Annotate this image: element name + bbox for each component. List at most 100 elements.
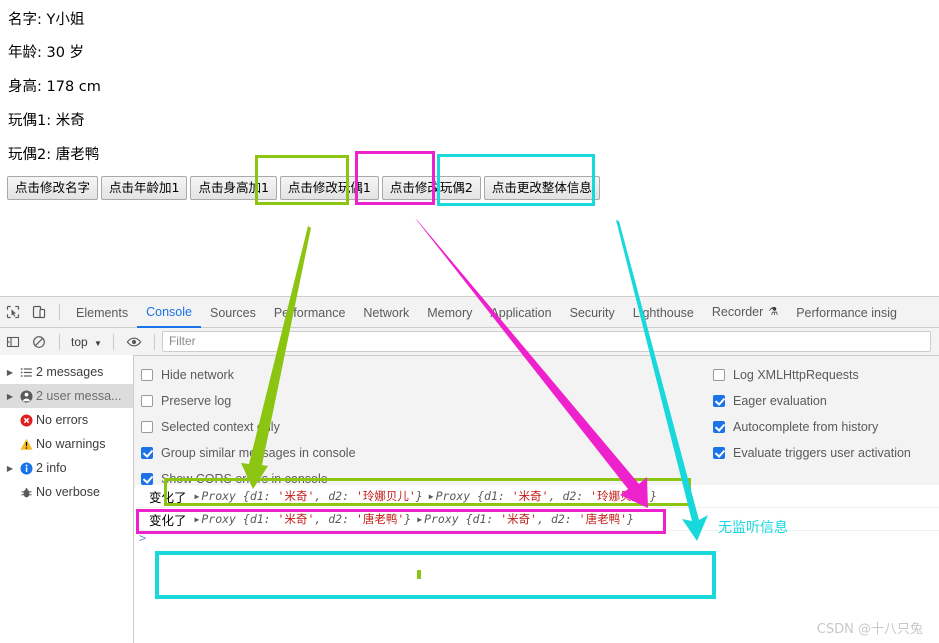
proxy-object-2[interactable]: Proxy {d1: '米奇', d2: '玲娜贝儿'} bbox=[436, 488, 657, 504]
console-prompt-caret: > bbox=[139, 531, 147, 545]
user-icon bbox=[16, 390, 36, 403]
tab-performance-insights[interactable]: Performance insig bbox=[787, 298, 906, 327]
expand-triangle-icon[interactable]: ▶ bbox=[417, 515, 422, 524]
expand-triangle-icon[interactable]: ▶ bbox=[195, 492, 200, 501]
tab-network[interactable]: Network bbox=[354, 298, 418, 327]
change-name-button[interactable]: 点击修改名字 bbox=[7, 176, 99, 200]
proxy-d2-value: '玲娜贝儿' bbox=[590, 489, 651, 503]
setting-preserve-log[interactable]: Preserve log bbox=[141, 388, 356, 414]
tab-console[interactable]: Console bbox=[137, 297, 201, 328]
proxy-label: Proxy bbox=[201, 489, 236, 503]
hide-network-label: Hide network bbox=[161, 368, 234, 382]
sidebar-verbose-label: No verbose bbox=[36, 485, 100, 499]
tab-sources[interactable]: Sources bbox=[201, 298, 265, 327]
change-doll1-button[interactable]: 点击修改玩偶1 bbox=[279, 176, 379, 200]
sidebar-item-errors[interactable]: No errors bbox=[0, 408, 133, 432]
tab-security[interactable]: Security bbox=[561, 298, 624, 327]
chevron-right-icon[interactable]: ▶ bbox=[4, 392, 16, 401]
sidebar-item-messages[interactable]: ▶ 2 messages bbox=[0, 360, 133, 384]
sidebar-errors-label: No errors bbox=[36, 413, 89, 427]
console-settings-panel: Hide network Preserve log Selected conte… bbox=[0, 356, 939, 487]
tab-performance[interactable]: Performance bbox=[265, 298, 355, 327]
web-page-area: 名字: Y小姐 年龄: 30 岁 身高: 178 cm 玩偶1: 米奇 玩偶2:… bbox=[0, 0, 939, 296]
sidebar-item-user-messages[interactable]: ▶ 2 user messa... bbox=[0, 384, 133, 408]
expand-triangle-icon[interactable]: ▶ bbox=[195, 515, 200, 524]
proxy-object-2[interactable]: Proxy {d1: '米奇', d2: '唐老鸭'} bbox=[424, 511, 634, 527]
proxy-d1-value: '米奇' bbox=[500, 512, 538, 526]
preserve-log-checkbox[interactable] bbox=[141, 395, 153, 407]
proxy-body: {d1: bbox=[242, 489, 278, 503]
hide-network-checkbox[interactable] bbox=[141, 369, 153, 381]
filterbar-divider-2 bbox=[112, 333, 114, 350]
tab-elements[interactable]: Elements bbox=[67, 298, 137, 327]
tab-recorder[interactable]: Recorder ⚗ bbox=[703, 298, 787, 327]
console-line[interactable]: 变化了 ▶ Proxy {d1: '米奇', d2: '玲娜贝儿'} ▶ Pro… bbox=[135, 485, 939, 508]
setting-evaluate-user-activation[interactable]: Evaluate triggers user activation bbox=[713, 440, 911, 466]
eager-evaluation-checkbox[interactable] bbox=[713, 395, 725, 407]
execution-context-selector[interactable]: top ▼ bbox=[67, 335, 106, 349]
setting-group-similar[interactable]: Group similar messages in console bbox=[141, 440, 356, 466]
setting-selected-context-only[interactable]: Selected context only bbox=[141, 414, 356, 440]
inspect-icon[interactable] bbox=[0, 299, 26, 325]
bug-icon bbox=[16, 486, 36, 499]
proxy-body: {d1: bbox=[465, 512, 501, 526]
text-cursor-marker bbox=[417, 570, 421, 579]
setting-hide-network[interactable]: Hide network bbox=[141, 362, 356, 388]
increment-age-button[interactable]: 点击年龄加1 bbox=[101, 176, 188, 200]
proxy-end: } bbox=[404, 512, 412, 526]
console-line-prefix: 变化了 bbox=[149, 489, 187, 505]
chevron-right-icon[interactable]: ▶ bbox=[4, 464, 16, 473]
setting-log-xhr[interactable]: Log XMLHttpRequests bbox=[713, 362, 911, 388]
filterbar-divider-3 bbox=[153, 333, 155, 350]
selected-context-only-checkbox[interactable] bbox=[141, 421, 153, 433]
devtools-panel: Elements Console Sources Performance Net… bbox=[0, 296, 939, 643]
autocomplete-history-label: Autocomplete from history bbox=[733, 420, 879, 434]
autocomplete-history-checkbox[interactable] bbox=[713, 421, 725, 433]
log-xhr-label: Log XMLHttpRequests bbox=[733, 368, 859, 382]
proxy-object-1[interactable]: Proxy {d1: '米奇', d2: '玲娜贝儿'} bbox=[201, 488, 422, 504]
show-cors-errors-label: Show CORS errors in console bbox=[161, 472, 328, 486]
group-similar-checkbox[interactable] bbox=[141, 447, 153, 459]
selected-context-only-label: Selected context only bbox=[161, 420, 280, 434]
proxy-object-1[interactable]: Proxy {d1: '米奇', d2: '唐老鸭'} bbox=[201, 511, 411, 527]
devtools-tabbar: Elements Console Sources Performance Net… bbox=[0, 297, 939, 328]
sidebar-item-warnings[interactable]: No warnings bbox=[0, 432, 133, 456]
tab-application[interactable]: Application bbox=[481, 298, 560, 327]
device-toolbar-icon[interactable] bbox=[26, 299, 52, 325]
proxy-end: } bbox=[627, 512, 634, 526]
sidebar-item-info[interactable]: ▶ 2 info bbox=[0, 456, 133, 480]
proxy-mid: , d2: bbox=[537, 512, 579, 526]
clear-console-icon[interactable] bbox=[26, 329, 52, 355]
log-xhr-checkbox[interactable] bbox=[713, 369, 725, 381]
info-line-height: 身高: 178 cm bbox=[8, 79, 101, 95]
sidebar-user-messages-label: 2 user messa... bbox=[36, 389, 122, 403]
chevron-right-icon[interactable]: ▶ bbox=[4, 368, 16, 377]
devtools-filterbar: top ▼ Filter bbox=[0, 328, 939, 356]
setting-autocomplete-history[interactable]: Autocomplete from history bbox=[713, 414, 911, 440]
group-similar-label: Group similar messages in console bbox=[161, 446, 356, 460]
proxy-d1-value: '米奇' bbox=[511, 489, 549, 503]
toolbar-divider bbox=[59, 304, 60, 320]
preserve-log-label: Preserve log bbox=[161, 394, 232, 408]
live-expression-icon[interactable] bbox=[121, 329, 147, 355]
tab-memory[interactable]: Memory bbox=[418, 298, 481, 327]
proxy-d1-value: '米奇' bbox=[277, 489, 315, 503]
increment-height-button[interactable]: 点击身高加1 bbox=[190, 176, 277, 200]
proxy-label: Proxy bbox=[435, 489, 471, 503]
sidebar-messages-label: 2 messages bbox=[36, 365, 104, 379]
show-cors-errors-checkbox[interactable] bbox=[141, 473, 153, 485]
expand-triangle-icon[interactable]: ▶ bbox=[429, 492, 434, 501]
console-line-prefix: 变化了 bbox=[149, 512, 187, 528]
console-line[interactable]: 变化了 ▶ Proxy {d1: '米奇', d2: '唐老鸭'} ▶ Prox… bbox=[135, 508, 939, 531]
console-sidebar: ▶ 2 messages ▶ 2 user messa... No errors bbox=[0, 355, 134, 643]
proxy-d2-value: '玲娜贝儿' bbox=[355, 489, 416, 503]
change-all-info-button[interactable]: 点击更改整体信息 bbox=[483, 176, 600, 200]
eager-evaluation-label: Eager evaluation bbox=[733, 394, 827, 408]
sidebar-item-verbose[interactable]: No verbose bbox=[0, 480, 133, 504]
filter-input[interactable]: Filter bbox=[161, 331, 931, 352]
tab-lighthouse[interactable]: Lighthouse bbox=[624, 298, 703, 327]
setting-eager-evaluation[interactable]: Eager evaluation bbox=[713, 388, 911, 414]
change-doll2-button[interactable]: 点击修改玩偶2 bbox=[381, 176, 481, 200]
evaluate-user-activation-checkbox[interactable] bbox=[713, 447, 725, 459]
console-sidebar-icon[interactable] bbox=[0, 329, 26, 355]
